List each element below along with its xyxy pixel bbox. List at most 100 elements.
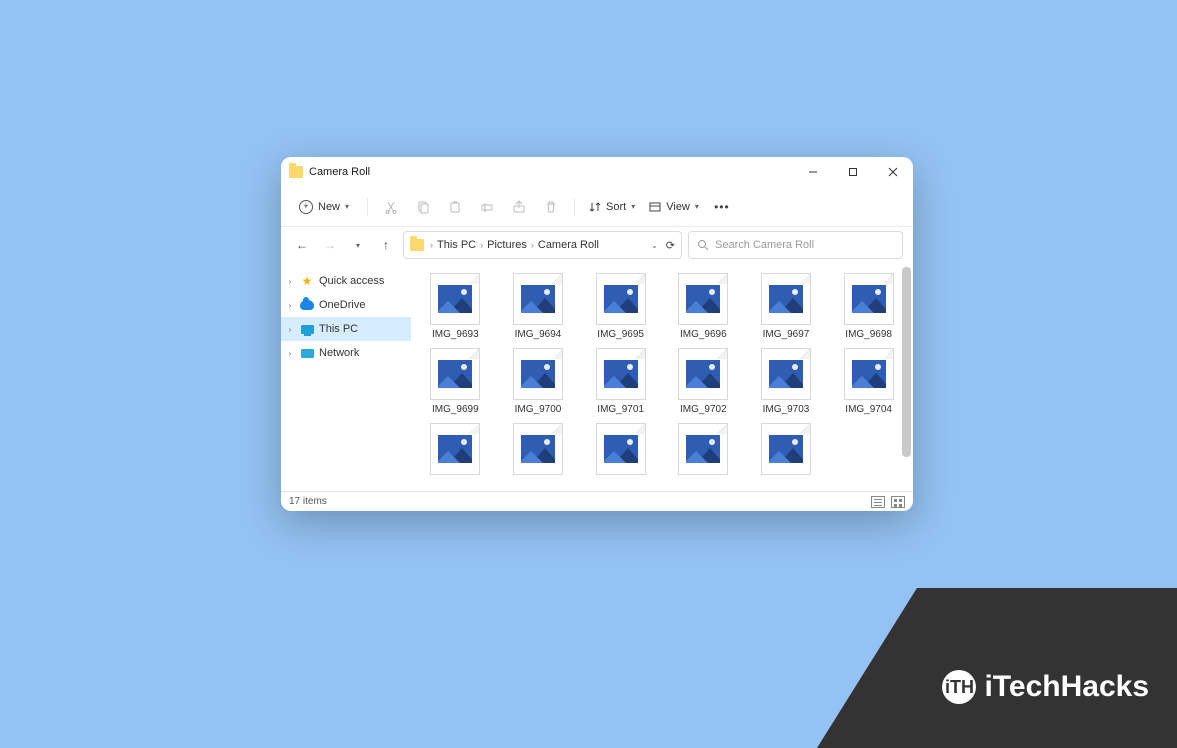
minimize-button[interactable] xyxy=(793,157,833,187)
status-count: 17 items xyxy=(289,496,327,507)
file-name: IMG_9694 xyxy=(515,329,562,340)
forward-button[interactable]: → xyxy=(319,234,341,256)
sidebar-item-quick-access[interactable]: › ★ Quick access xyxy=(281,269,411,293)
file-item[interactable]: IMG_9700 xyxy=(500,346,577,417)
chevron-down-icon[interactable]: ⌄ xyxy=(651,241,658,250)
file-item[interactable] xyxy=(417,421,494,481)
files-area: IMG_9693 IMG_9694 IMG_9695 IMG_9696 IMG_9697… xyxy=(411,263,913,491)
up-button[interactable]: ↑ xyxy=(375,234,397,256)
file-item[interactable]: IMG_9701 xyxy=(582,346,659,417)
share-icon[interactable] xyxy=(506,194,532,220)
sidebar-label: Quick access xyxy=(319,275,384,287)
image-thumbnail xyxy=(513,423,563,475)
explorer-window: Camera Roll + New ▾ xyxy=(281,157,913,511)
image-thumbnail xyxy=(513,348,563,400)
chevron-down-icon: ▾ xyxy=(695,202,699,211)
chevron-right-icon: › xyxy=(285,277,295,286)
breadcrumb-root[interactable]: This PC xyxy=(437,239,476,251)
file-item[interactable] xyxy=(582,421,659,481)
window-controls xyxy=(793,157,913,187)
recent-button[interactable]: ▾ xyxy=(347,234,369,256)
sidebar-item-network[interactable]: › Network xyxy=(281,341,411,365)
separator xyxy=(367,198,368,216)
picture-icon xyxy=(604,360,638,388)
sidebar-label: Network xyxy=(319,347,359,359)
picture-icon xyxy=(686,435,720,463)
image-thumbnail xyxy=(844,348,894,400)
file-item[interactable]: IMG_9704 xyxy=(830,346,907,417)
address-bar[interactable]: › This PC › Pictures › Camera Roll ⌄ ⟳ xyxy=(403,231,682,259)
search-icon xyxy=(697,239,709,251)
body: › ★ Quick access › OneDrive › This PC › … xyxy=(281,263,913,491)
scrollbar[interactable] xyxy=(902,263,911,491)
file-item[interactable]: IMG_9695 xyxy=(582,271,659,342)
file-item[interactable] xyxy=(500,421,577,481)
image-thumbnail xyxy=(430,273,480,325)
image-thumbnail xyxy=(844,273,894,325)
file-name: IMG_9693 xyxy=(432,329,479,340)
view-icon xyxy=(649,201,661,213)
image-thumbnail xyxy=(678,273,728,325)
rename-icon[interactable] xyxy=(474,194,500,220)
file-item[interactable]: IMG_9693 xyxy=(417,271,494,342)
separator xyxy=(574,198,575,216)
details-view-button[interactable] xyxy=(871,496,885,508)
image-thumbnail xyxy=(596,348,646,400)
view-button[interactable]: View ▾ xyxy=(645,201,703,213)
image-thumbnail xyxy=(761,423,811,475)
chevron-right-icon: › xyxy=(285,301,295,310)
file-item[interactable]: IMG_9698 xyxy=(830,271,907,342)
chevron-down-icon: ▾ xyxy=(631,202,635,211)
cut-icon[interactable] xyxy=(378,194,404,220)
more-button[interactable]: ••• xyxy=(709,194,735,220)
sidebar-item-onedrive[interactable]: › OneDrive xyxy=(281,293,411,317)
chevron-right-icon: › xyxy=(285,325,295,334)
file-item[interactable]: IMG_9697 xyxy=(748,271,825,342)
chevron-right-icon: › xyxy=(531,240,534,250)
window-title: Camera Roll xyxy=(309,166,793,178)
file-name: IMG_9696 xyxy=(680,329,727,340)
sidebar-item-this-pc[interactable]: › This PC xyxy=(281,317,411,341)
file-item[interactable] xyxy=(748,421,825,481)
file-name: IMG_9699 xyxy=(432,404,479,415)
cloud-icon xyxy=(300,298,314,312)
picture-icon xyxy=(686,360,720,388)
copy-icon[interactable] xyxy=(410,194,436,220)
watermark-text: iTechHacks xyxy=(984,670,1149,704)
file-item[interactable]: IMG_9699 xyxy=(417,346,494,417)
watermark: iTH iTechHacks xyxy=(942,670,1149,704)
file-item[interactable]: IMG_9694 xyxy=(500,271,577,342)
new-button[interactable]: + New ▾ xyxy=(291,196,357,218)
nav-row: ← → ▾ ↑ › This PC › Pictures › Camera Ro… xyxy=(281,227,913,263)
maximize-button[interactable] xyxy=(833,157,873,187)
file-item[interactable] xyxy=(665,421,742,481)
image-thumbnail xyxy=(513,273,563,325)
delete-icon[interactable] xyxy=(538,194,564,220)
file-item[interactable]: IMG_9702 xyxy=(665,346,742,417)
picture-icon xyxy=(521,285,555,313)
image-thumbnail xyxy=(761,348,811,400)
folder-icon xyxy=(289,166,303,178)
picture-icon xyxy=(521,435,555,463)
paste-icon[interactable] xyxy=(442,194,468,220)
back-button[interactable]: ← xyxy=(291,234,313,256)
sort-button[interactable]: Sort ▾ xyxy=(585,201,639,213)
sidebar-label: This PC xyxy=(319,323,358,335)
picture-icon xyxy=(604,435,638,463)
file-item[interactable]: IMG_9703 xyxy=(748,346,825,417)
chevron-right-icon: › xyxy=(480,240,483,250)
search-input[interactable]: Search Camera Roll xyxy=(688,231,903,259)
file-item[interactable]: IMG_9696 xyxy=(665,271,742,342)
picture-icon xyxy=(769,285,803,313)
image-thumbnail xyxy=(761,273,811,325)
image-thumbnail xyxy=(430,348,480,400)
picture-icon xyxy=(438,285,472,313)
close-button[interactable] xyxy=(873,157,913,187)
status-bar: 17 items xyxy=(281,491,913,511)
breadcrumb-pictures[interactable]: Pictures xyxy=(487,239,527,251)
scrollbar-thumb[interactable] xyxy=(902,267,911,457)
plus-icon: + xyxy=(299,200,313,214)
icons-view-button[interactable] xyxy=(891,496,905,508)
breadcrumb-camera-roll[interactable]: Camera Roll xyxy=(538,239,599,251)
refresh-button[interactable]: ⟳ xyxy=(666,239,675,252)
